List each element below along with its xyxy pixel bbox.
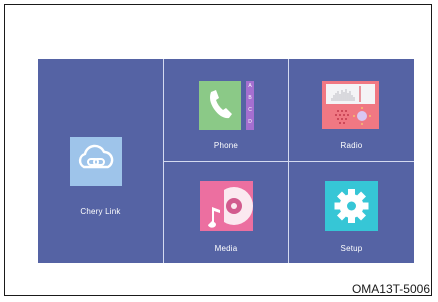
figure-caption: OMA13T-5006 [351,282,430,296]
index-letter-d: D [248,119,252,125]
gear-icon [325,181,378,231]
infotainment-home-screen: Chery Link A B C D Phone Radio Media Set… [38,59,414,263]
media-label: Media [214,244,238,253]
phone-label: Phone [213,141,239,150]
index-letter-c: C [248,107,252,113]
media-tile[interactable]: Media [164,162,288,263]
setup-tile[interactable]: Setup [289,162,414,263]
phone-index-tab: A B C D [246,81,254,130]
radio-label: Radio [340,141,363,150]
index-letter-b: B [248,95,252,101]
chery-link-tile[interactable]: Chery Link [38,59,163,263]
phone-tile[interactable]: A B C D Phone [164,59,288,161]
media-disc-icon [200,181,253,231]
radio-tile[interactable]: Radio [289,59,414,161]
phone-icon [199,81,241,130]
chain-link-cloud-icon [70,137,122,186]
index-letter-a: A [248,83,252,89]
radio-icon [322,81,379,129]
setup-label: Setup [340,244,363,253]
chery-link-label: Chery Link [80,207,121,216]
